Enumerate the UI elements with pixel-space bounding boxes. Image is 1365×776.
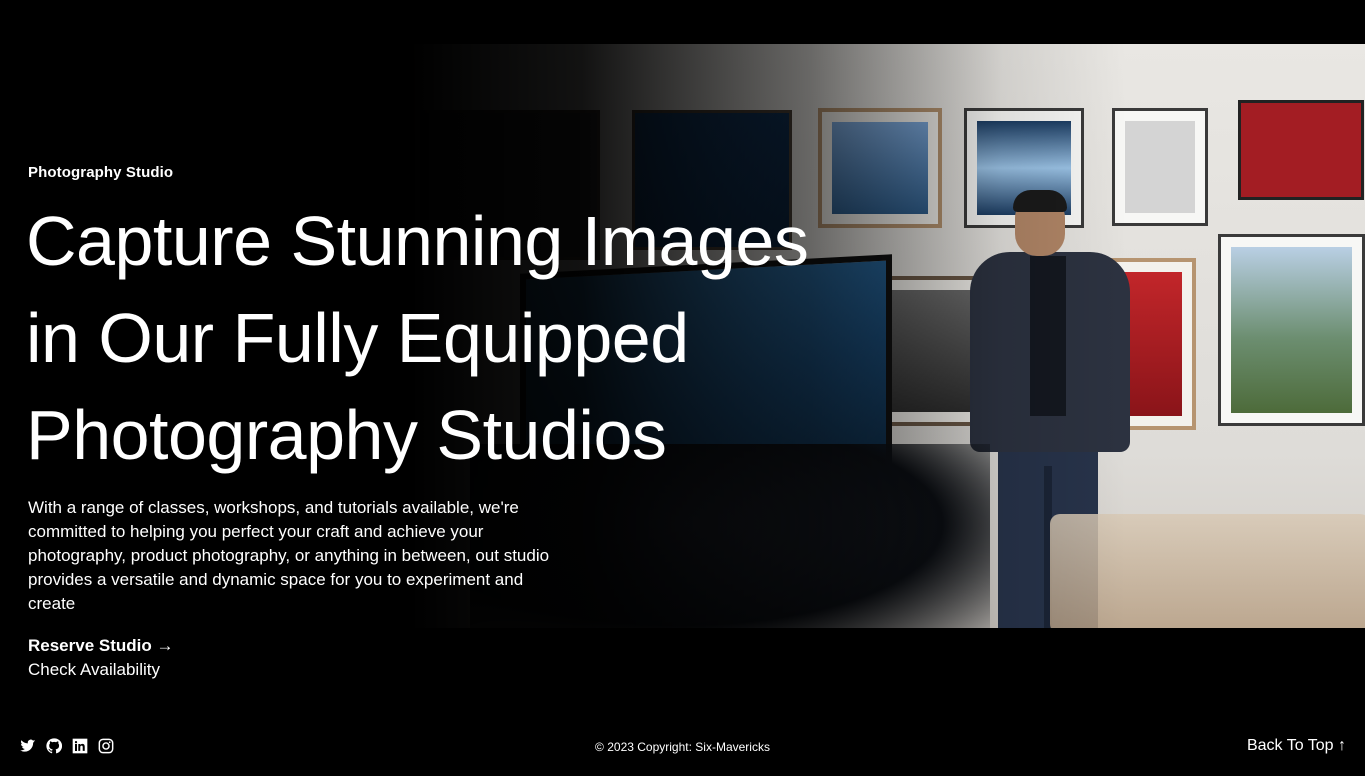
copyright-text: © 2023 Copyright: Six-Mavericks (595, 740, 770, 754)
reserve-studio-link[interactable]: Reserve Studio → (28, 636, 174, 656)
back-to-top-link[interactable]: Back To Top ↑ (1247, 737, 1346, 755)
hero-description: With a range of classes, workshops, and … (28, 498, 550, 613)
chair (1050, 514, 1365, 628)
eyebrow-label: Photography Studio (28, 164, 174, 181)
check-availability-link[interactable]: Check Availability (28, 660, 160, 680)
hero-headline: Capture Stunning Images in Our Fully Equ… (26, 193, 926, 484)
headline-line-3: Photography Studios (26, 396, 667, 474)
headline-line-1: Capture Stunning Images (26, 202, 809, 280)
headline-line-2: in Our Fully Equipped (26, 299, 689, 377)
page: Photography Studio Capture Stunning Imag… (0, 0, 1365, 776)
